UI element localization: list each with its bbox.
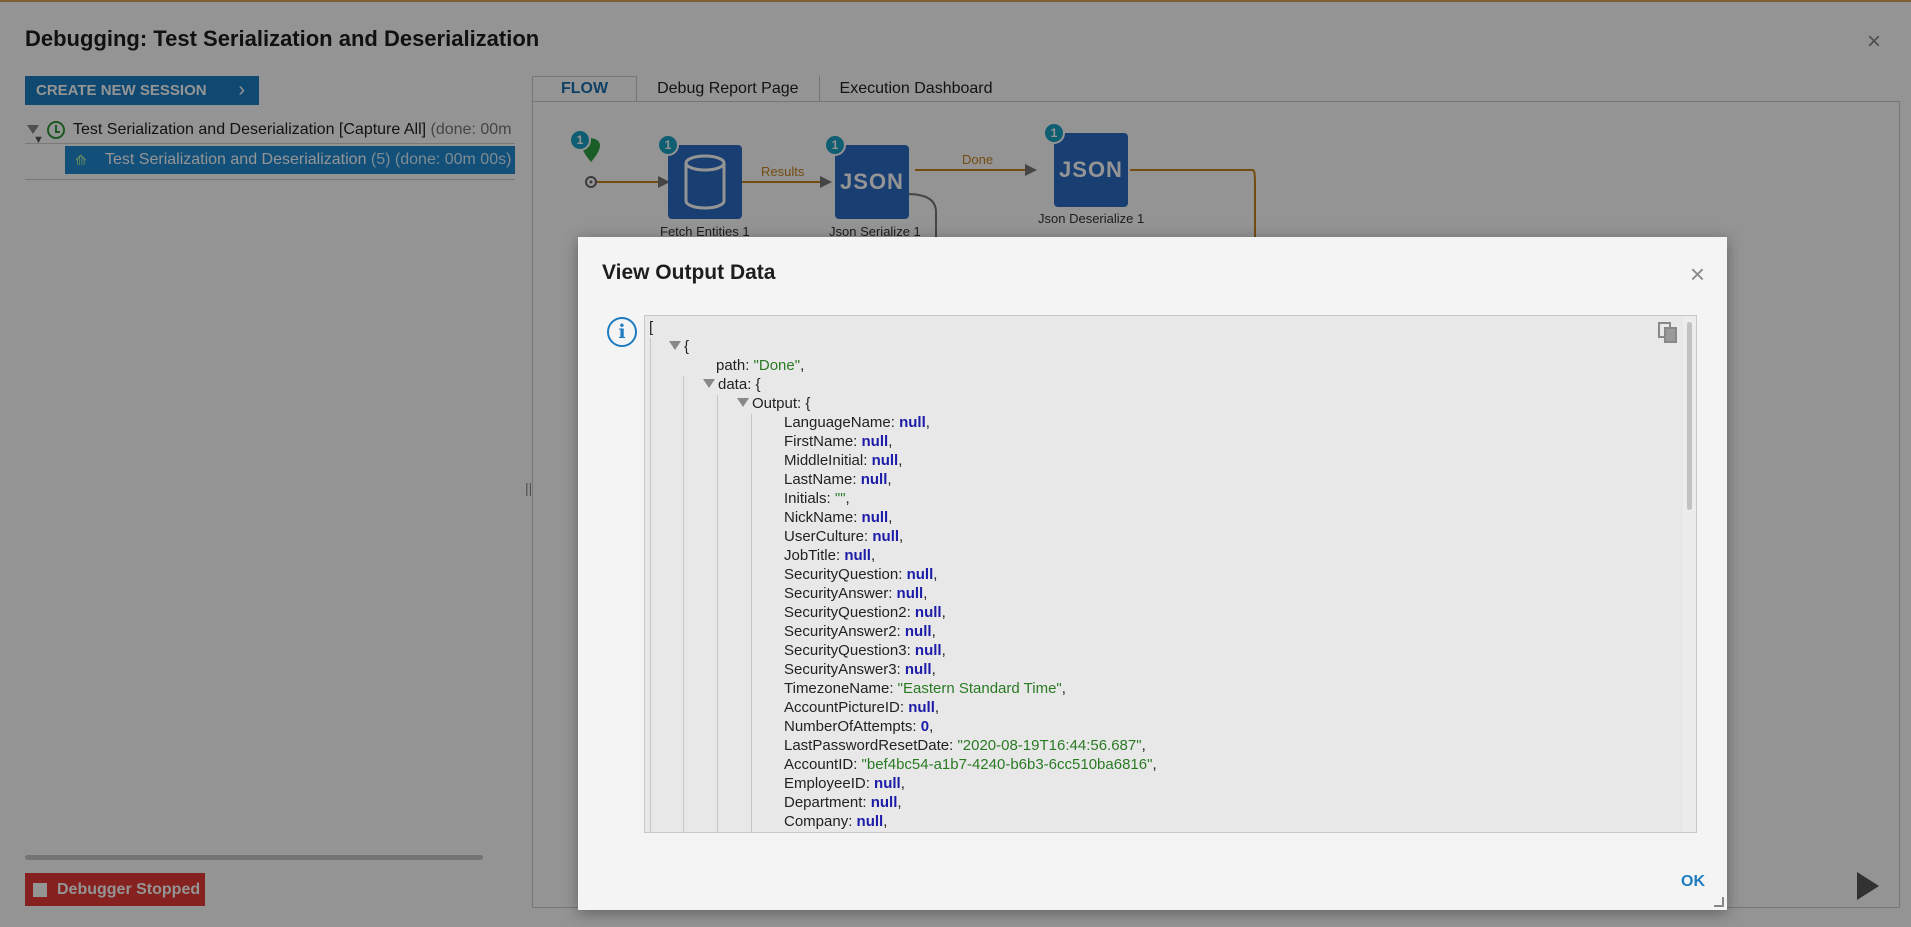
json-value: null bbox=[870, 794, 898, 811]
json-key: SecurityAnswer2 bbox=[784, 623, 897, 640]
collapse-icon[interactable] bbox=[703, 379, 715, 388]
json-key: Initials bbox=[784, 490, 827, 507]
json-key: SecurityAnswer bbox=[784, 585, 889, 602]
json-field-row: TimezoneName: "Eastern Standard Time", bbox=[784, 680, 1066, 697]
json-field-row: Company: null, bbox=[784, 813, 888, 830]
json-key: SecurityQuestion bbox=[784, 566, 899, 583]
json-key: LastPasswordResetDate bbox=[784, 737, 950, 754]
json-tree: [ { path: "Done", data: { Output: { Lang… bbox=[649, 318, 1157, 831]
json-key: EmployeeID bbox=[784, 775, 866, 792]
json-key: JobTitle bbox=[784, 547, 836, 564]
json-line: path: "Done", bbox=[716, 357, 805, 374]
json-field-row: LanguageName: null, bbox=[784, 414, 930, 431]
dialog-title: View Output Data bbox=[602, 261, 776, 284]
json-key: LastName bbox=[784, 471, 853, 488]
json-key: AccountPictureID bbox=[784, 699, 900, 716]
json-field-row: FirstName: null, bbox=[784, 433, 893, 450]
json-viewer[interactable]: [ { path: "Done", data: { Output: { Lang… bbox=[644, 315, 1697, 833]
json-value: null bbox=[914, 642, 942, 659]
json-key: UserCulture bbox=[784, 528, 865, 545]
json-value: null bbox=[896, 585, 924, 602]
json-key: Company bbox=[784, 813, 849, 830]
json-line[interactable]: Output: { bbox=[649, 394, 1157, 413]
json-value: "Eastern Standard Time" bbox=[897, 680, 1062, 697]
json-value: null bbox=[861, 509, 889, 526]
json-key: FirstName bbox=[784, 433, 854, 450]
view-output-data-dialog: View Output Data × i [ { path: "Done", d… bbox=[578, 237, 1727, 910]
json-key: NickName bbox=[784, 509, 854, 526]
json-key: LanguageName bbox=[784, 414, 891, 431]
json-field-row: EmployeeID: null, bbox=[784, 775, 905, 792]
json-value: null bbox=[906, 566, 934, 583]
json-value: null bbox=[914, 604, 942, 621]
json-field-row: Department: null, bbox=[784, 794, 902, 811]
json-value: "2020-08-19T16:44:56.687" bbox=[957, 737, 1142, 754]
json-field-row: LastName: null, bbox=[784, 471, 892, 488]
json-key: Department bbox=[784, 794, 863, 811]
json-value: null bbox=[872, 528, 900, 545]
json-field-row: NickName: null, bbox=[784, 509, 893, 526]
json-value: null bbox=[856, 813, 884, 830]
json-key: SecurityAnswer3 bbox=[784, 661, 897, 678]
json-value: "" bbox=[834, 490, 846, 507]
json-field-row: SecurityAnswer2: null, bbox=[784, 623, 936, 640]
json-field-row: SecurityQuestion: null, bbox=[784, 566, 938, 583]
json-field-row: UserCulture: null, bbox=[784, 528, 904, 545]
json-value: null bbox=[908, 699, 935, 716]
resize-handle[interactable] bbox=[1714, 897, 1724, 907]
json-value: null bbox=[861, 433, 889, 450]
collapse-icon[interactable] bbox=[669, 341, 681, 350]
json-value: null bbox=[904, 661, 932, 678]
copy-icon[interactable] bbox=[1658, 322, 1678, 344]
json-key: SecurityQuestion3 bbox=[784, 642, 907, 659]
json-field-row: Initials: "", bbox=[784, 490, 850, 507]
info-icon: i bbox=[607, 317, 637, 347]
json-field-row: SecurityAnswer3: null, bbox=[784, 661, 936, 678]
json-field-row: SecurityQuestion3: null, bbox=[784, 642, 946, 659]
json-field-row: SecurityAnswer: null, bbox=[784, 585, 928, 602]
json-value: 0 bbox=[920, 718, 930, 735]
json-field-row: LastPasswordResetDate: "2020-08-19T16:44… bbox=[784, 737, 1146, 754]
json-key: SecurityQuestion2 bbox=[784, 604, 907, 621]
json-value: null bbox=[874, 775, 901, 792]
json-key: AccountID bbox=[784, 756, 854, 773]
json-value: null bbox=[844, 547, 871, 564]
json-line: [ bbox=[649, 319, 654, 336]
json-value: null bbox=[904, 623, 932, 640]
json-line[interactable]: { bbox=[649, 337, 1157, 356]
json-value: null bbox=[860, 471, 888, 488]
json-value: null bbox=[871, 452, 899, 469]
json-key: MiddleInitial bbox=[784, 452, 864, 469]
json-field-row: MiddleInitial: null, bbox=[784, 452, 903, 469]
json-field-row: NumberOfAttempts: 0, bbox=[784, 718, 934, 735]
json-value: "bef4bc54-a1b7-4240-b6b3-6cc510ba6816" bbox=[861, 756, 1153, 773]
json-field-row: SecurityQuestion2: null, bbox=[784, 604, 946, 621]
json-field-row: AccountPictureID: null, bbox=[784, 699, 940, 716]
collapse-icon[interactable] bbox=[737, 398, 749, 407]
json-field-row: JobTitle: null, bbox=[784, 547, 876, 564]
json-field-row: AccountID: "bef4bc54-a1b7-4240-b6b3-6cc5… bbox=[784, 756, 1157, 773]
ok-button[interactable]: OK bbox=[1681, 873, 1705, 891]
json-key: TimezoneName bbox=[784, 680, 890, 697]
close-icon[interactable]: × bbox=[1690, 261, 1705, 287]
vertical-scrollbar[interactable] bbox=[1687, 322, 1692, 510]
json-key: NumberOfAttempts bbox=[784, 718, 913, 735]
json-value: null bbox=[899, 414, 926, 431]
json-line[interactable]: data: { bbox=[649, 375, 1157, 394]
